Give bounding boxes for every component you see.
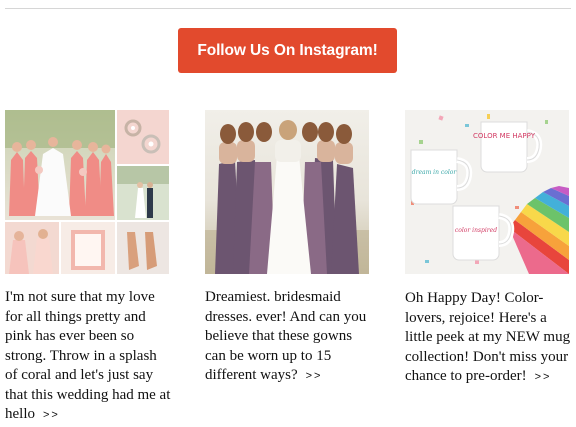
mug-text: COLOR ME HAPPY	[473, 132, 536, 140]
post-image-mugs[interactable]: COLOR ME HAPPY dream in color color insp…	[405, 110, 569, 274]
mug-text: color inspired	[455, 227, 497, 234]
mug-text: dream in color	[412, 169, 458, 176]
post-image-collage[interactable]	[5, 110, 169, 274]
post-image-bridesmaids[interactable]	[205, 110, 369, 274]
top-divider	[5, 8, 571, 9]
post-caption: Dreamiest. bridesmaid dresses. ever! And…	[205, 289, 367, 383]
post-caption: I'm not sure that my love for all things…	[5, 289, 171, 422]
follow-instagram-button[interactable]: Follow Us On Instagram!	[178, 28, 397, 73]
read-more-link[interactable]: >>	[43, 409, 60, 421]
post-caption: Oh Happy Day! Color-lovers, rejoice! Her…	[405, 290, 571, 384]
instagram-post-card: COLOR ME HAPPY dream in color color insp…	[405, 110, 571, 388]
read-more-link[interactable]: >>	[535, 371, 552, 383]
read-more-link[interactable]: >>	[306, 370, 323, 382]
instagram-post-card: I'm not sure that my love for all things…	[5, 110, 171, 426]
instagram-post-card: Dreamiest. bridesmaid dresses. ever! And…	[205, 110, 371, 387]
